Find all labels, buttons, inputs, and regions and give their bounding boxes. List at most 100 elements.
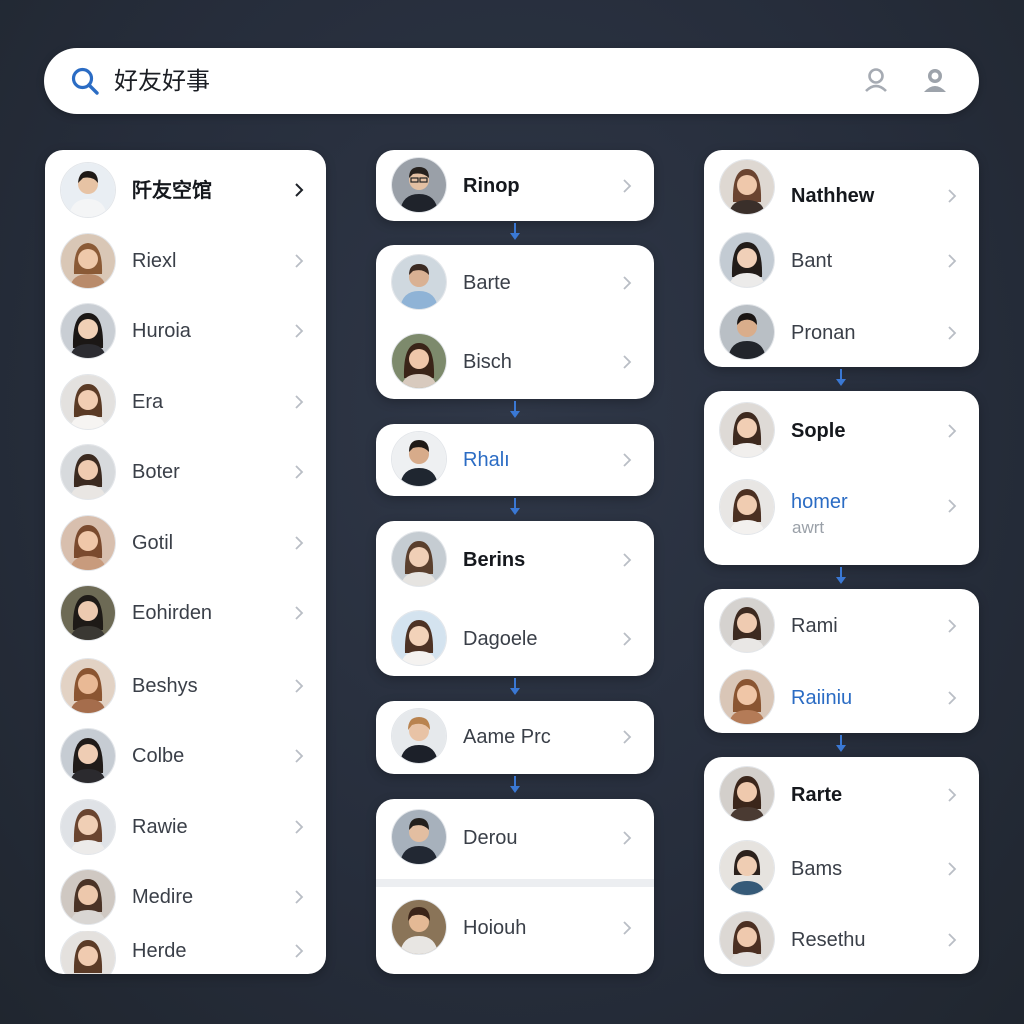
chevron-right-icon (945, 933, 959, 947)
avatar (392, 611, 446, 665)
contact-name: Nathhew (791, 185, 875, 207)
search-input[interactable]: 好友好事 (114, 66, 210, 96)
list-item[interactable]: Berins (376, 532, 654, 588)
contact-card: Rinop (376, 150, 654, 221)
chevron-right-icon (292, 254, 306, 268)
avatar (720, 403, 774, 457)
chevron-right-icon (945, 326, 959, 340)
list-item[interactable]: Boter (45, 444, 326, 500)
list-item[interactable]: Nathhew (704, 160, 979, 216)
divider (376, 879, 654, 887)
contact-name: Beshys (132, 675, 198, 697)
chevron-right-icon (945, 691, 959, 705)
list-item[interactable]: Beshys (45, 658, 326, 714)
contact-name: Herde (132, 940, 187, 962)
contact-name: Resethu (791, 929, 866, 951)
list-item[interactable]: Gotil (45, 515, 326, 571)
chevron-right-icon (945, 499, 959, 513)
chevron-right-icon (945, 189, 959, 203)
contact-card: Sople homer awrt (704, 391, 979, 565)
chevron-right-icon (620, 921, 634, 935)
list-item[interactable]: 阡友空馆 (45, 162, 326, 218)
contact-name: Eohirden (132, 602, 213, 624)
avatar (392, 709, 446, 763)
list-item[interactable]: Rami (704, 598, 979, 654)
list-item[interactable]: Rarte (704, 767, 979, 823)
avatar (61, 931, 115, 974)
contact-name: Derou (463, 827, 518, 849)
chevron-right-icon (620, 553, 634, 567)
contact-name: Dagoele (463, 628, 538, 650)
avatar (61, 304, 115, 358)
chevron-right-icon (945, 254, 959, 268)
list-item[interactable]: Dagoele (376, 611, 654, 667)
arrow-down-icon (835, 567, 847, 585)
search-icon[interactable] (70, 66, 100, 96)
list-item[interactable]: Resethu (704, 912, 979, 968)
chevron-right-icon (620, 730, 634, 744)
contact-name: Boter (132, 461, 180, 483)
contact-name: Gotil (132, 532, 174, 554)
avatar (720, 160, 774, 214)
list-item[interactable]: Aame Prc (376, 709, 654, 765)
avatar (720, 598, 774, 652)
list-item[interactable]: homer awrt (704, 480, 979, 540)
contact-card: Rhalı (376, 424, 654, 496)
friend-list-card: 阡友空馆 Riexl Huroia Era Boter Gotil Eohird… (45, 150, 326, 974)
chevron-right-icon (292, 324, 306, 338)
list-item[interactable]: Herde (45, 931, 326, 974)
chevron-right-icon (292, 536, 306, 550)
list-item[interactable]: Rinop (376, 158, 654, 214)
avatar (720, 841, 774, 895)
search-bar[interactable]: 好友好事 (44, 48, 979, 114)
list-item[interactable]: Eohirden (45, 585, 326, 641)
contact-subtitle: awrt (792, 518, 825, 537)
list-item[interactable]: Huroia (45, 303, 326, 359)
contact-name: Rhalı (463, 449, 510, 471)
chevron-right-icon (620, 276, 634, 290)
user-circle-icon[interactable] (920, 65, 950, 95)
list-item[interactable]: Medire (45, 869, 326, 925)
list-item[interactable]: Derou (376, 810, 654, 866)
contact-name: Colbe (132, 745, 185, 767)
list-item[interactable]: Bisch (376, 334, 654, 390)
avatar (392, 334, 446, 388)
contact-name: Sople (791, 420, 846, 442)
contact-name: Era (132, 391, 164, 413)
avatar (61, 375, 115, 429)
list-item[interactable]: Colbe (45, 728, 326, 784)
arrow-down-icon (509, 776, 521, 794)
chevron-right-icon (620, 355, 634, 369)
chevron-right-icon (945, 788, 959, 802)
list-item[interactable]: Hoiouh (376, 900, 654, 956)
arrow-down-icon (509, 401, 521, 419)
arrow-down-icon (835, 735, 847, 753)
contact-name: Berins (463, 549, 526, 571)
contact-name: Huroia (132, 320, 191, 342)
user-outline-icon[interactable] (861, 65, 891, 95)
chevron-right-icon (620, 453, 634, 467)
chevron-right-icon (620, 632, 634, 646)
list-item[interactable]: Rhalı (376, 432, 654, 488)
contact-name: 阡友空馆 (132, 178, 212, 202)
list-item[interactable]: Rawie (45, 799, 326, 855)
list-item[interactable]: Pronan (704, 305, 979, 361)
list-item[interactable]: Bant (704, 233, 979, 289)
avatar (720, 480, 774, 534)
list-item[interactable]: Barte (376, 255, 654, 311)
list-item[interactable]: Riexl (45, 233, 326, 289)
avatar (392, 255, 446, 309)
list-item[interactable]: Era (45, 374, 326, 430)
list-item[interactable]: Raiiniu (704, 670, 979, 726)
avatar (61, 234, 115, 288)
list-item[interactable]: Sople (704, 403, 979, 459)
chevron-right-icon (620, 831, 634, 845)
chevron-right-icon (292, 944, 306, 958)
avatar (720, 912, 774, 966)
list-item[interactable]: Bams (704, 841, 979, 897)
chevron-right-icon (292, 465, 306, 479)
avatar (392, 432, 446, 486)
avatar (61, 163, 115, 217)
chevron-right-icon (945, 862, 959, 876)
contact-name: Rinop (463, 175, 520, 197)
